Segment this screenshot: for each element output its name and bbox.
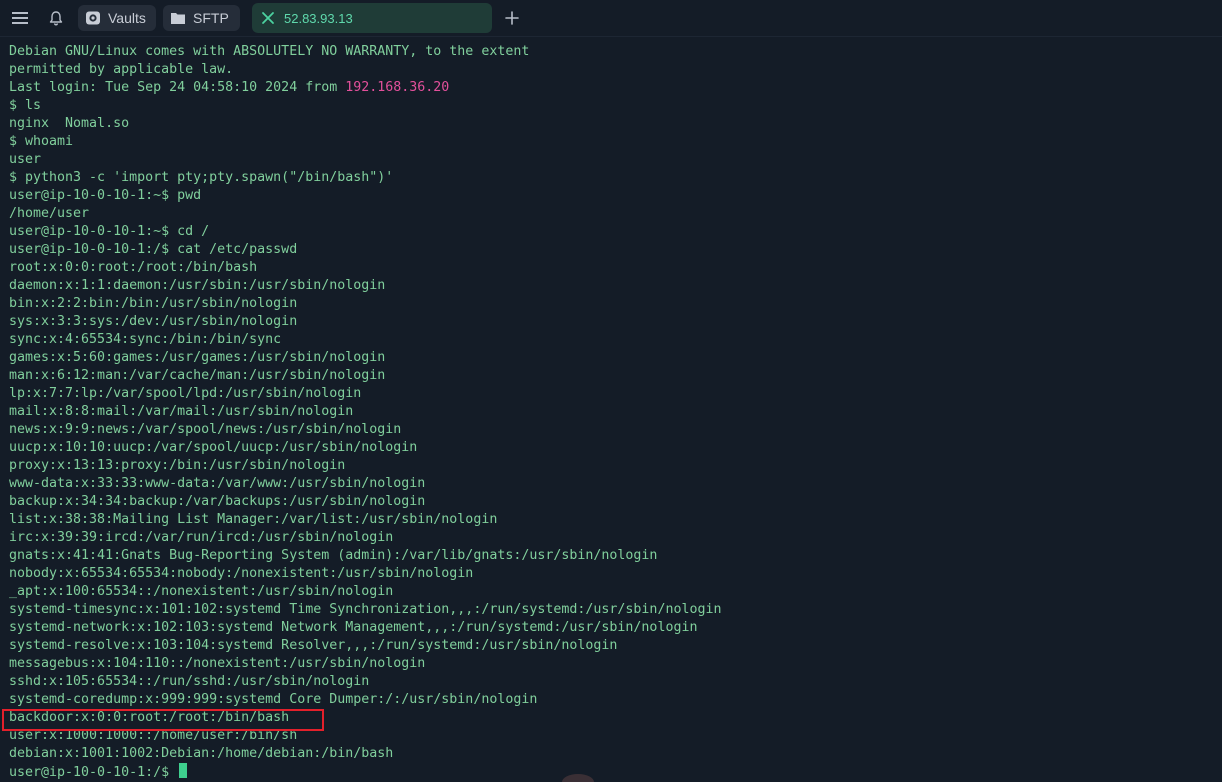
terminal-line: list:x:38:38:Mailing List Manager:/var/l… xyxy=(9,512,498,527)
terminal-line: nginx Nomal.so xyxy=(9,116,130,131)
terminal-line: games:x:5:60:games:/usr/games:/usr/sbin/… xyxy=(9,350,386,365)
terminal-line: news:x:9:9:news:/var/spool/news:/usr/sbi… xyxy=(9,422,402,437)
terminal-line: backup:x:34:34:backup:/var/backups:/usr/… xyxy=(9,494,426,509)
terminal-line: www-data:x:33:33:www-data:/var/www:/usr/… xyxy=(9,476,426,491)
terminal-line: user@ip-10-0-10-1:~$ cd / xyxy=(9,224,210,239)
terminal-line: sshd:x:105:65534::/run/sshd:/usr/sbin/no… xyxy=(9,674,370,689)
terminal-line: irc:x:39:39:ircd:/var/run/ircd:/usr/sbin… xyxy=(9,530,394,545)
terminal-line: /home/user xyxy=(9,206,90,221)
terminal-line: gnats:x:41:41:Gnats Bug-Reporting System… xyxy=(9,548,658,563)
terminal-line: messagebus:x:104:110::/nonexistent:/usr/… xyxy=(9,656,426,671)
top-toolbar: Vaults SFTP 52.83.93.13 xyxy=(0,0,1222,37)
terminal-line: sync:x:4:65534:sync:/bin:/bin/sync xyxy=(9,332,282,347)
terminal-line: $ ls xyxy=(9,98,42,113)
terminal-line: $ whoami xyxy=(9,134,74,149)
terminal-line: user xyxy=(9,152,42,167)
terminal-line: mail:x:8:8:mail:/var/mail:/usr/sbin/nolo… xyxy=(9,404,354,419)
vault-icon xyxy=(85,10,101,26)
shell-prompt: user@ip-10-0-10-1:/$ xyxy=(9,765,178,780)
terminal-line: systemd-resolve:x:103:104:systemd Resolv… xyxy=(9,638,618,653)
terminal-prompt-line[interactable]: user@ip-10-0-10-1:/$ xyxy=(9,763,721,781)
terminal-output: Debian GNU/Linux comes with ABSOLUTELY N… xyxy=(9,43,721,781)
terminal-line: root:x:0:0:root:/root:/bin/bash xyxy=(9,260,258,275)
terminal-line: systemd-network:x:102:103:systemd Networ… xyxy=(9,620,698,635)
vaults-label: Vaults xyxy=(108,10,146,26)
terminal-line: user@ip-10-0-10-1:/$ cat /etc/passwd xyxy=(9,242,298,257)
terminal-line: daemon:x:1:1:daemon:/usr/sbin:/usr/sbin/… xyxy=(9,278,386,293)
last-login-text: Last login: Tue Sep 24 04:58:10 2024 fro… xyxy=(9,80,346,95)
terminal-line: Debian GNU/Linux comes with ABSOLUTELY N… xyxy=(9,44,530,59)
terminal-line: uucp:x:10:10:uucp:/var/spool/uucp:/usr/s… xyxy=(9,440,418,455)
new-tab-plus-icon[interactable] xyxy=(500,5,524,31)
bell-icon[interactable] xyxy=(44,0,68,36)
terminal-line: _apt:x:100:65534::/nonexistent:/usr/sbin… xyxy=(9,584,394,599)
terminal-line: bin:x:2:2:bin:/bin:/usr/sbin/nologin xyxy=(9,296,298,311)
terminal-cursor xyxy=(179,763,188,778)
sftp-label: SFTP xyxy=(193,10,229,26)
terminal-line-last-login: Last login: Tue Sep 24 04:58:10 2024 fro… xyxy=(9,79,721,97)
terminal-line: nobody:x:65534:65534:nobody:/nonexistent… xyxy=(9,566,474,581)
terminal-line: lp:x:7:7:lp:/var/spool/lpd:/usr/sbin/nol… xyxy=(9,386,362,401)
close-icon[interactable] xyxy=(261,11,275,25)
terminal-pane[interactable]: Debian GNU/Linux comes with ABSOLUTELY N… xyxy=(0,37,1222,782)
terminal-line: proxy:x:13:13:proxy:/bin:/usr/sbin/nolog… xyxy=(9,458,346,473)
terminal-line: $ python3 -c 'import pty;pty.spawn("/bin… xyxy=(9,170,394,185)
terminal-line: systemd-timesync:x:101:102:systemd Time … xyxy=(9,602,722,617)
terminal-line: permitted by applicable law. xyxy=(9,62,234,77)
tab-ssh-session[interactable]: 52.83.93.13 xyxy=(252,3,492,33)
annotation-highlight-box xyxy=(2,709,324,731)
folder-icon xyxy=(170,10,186,26)
terminal-line: systemd-coredump:x:999:999:systemd Core … xyxy=(9,692,538,707)
sftp-button[interactable]: SFTP xyxy=(163,5,240,31)
terminal-line: debian:x:1001:1002:Debian:/home/debian:/… xyxy=(9,746,394,761)
terminal-line: man:x:6:12:man:/var/cache/man:/usr/sbin/… xyxy=(9,368,386,383)
terminal-line: user@ip-10-0-10-1:~$ pwd xyxy=(9,188,202,203)
last-login-ip: 192.168.36.20 xyxy=(345,80,450,95)
hamburger-menu-icon[interactable] xyxy=(8,0,32,36)
terminal-line: sys:x:3:3:sys:/dev:/usr/sbin/nologin xyxy=(9,314,298,329)
tab-host-label: 52.83.93.13 xyxy=(284,10,353,26)
vaults-button[interactable]: Vaults xyxy=(78,5,156,31)
